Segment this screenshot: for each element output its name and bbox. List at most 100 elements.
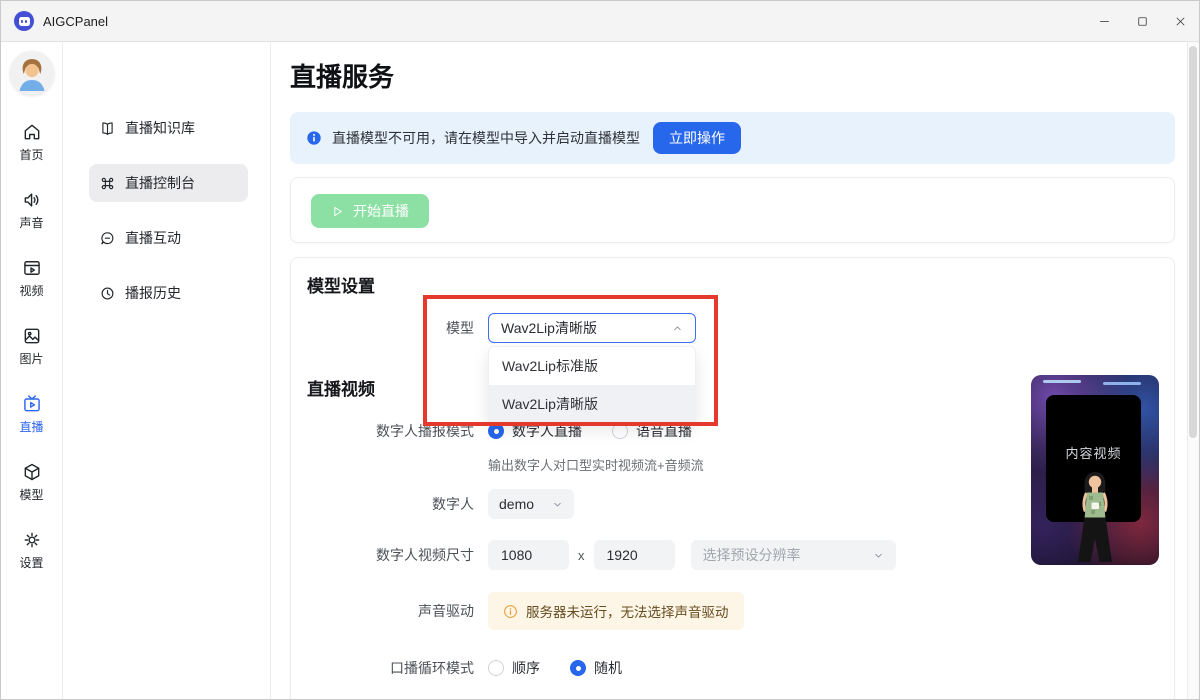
rail-label: 首页 [19,148,44,162]
model-icon [24,463,39,481]
video-icon [23,261,40,275]
nav-rail: 首页 声音 视频 图片 直播 模型 设置 [1,42,63,699]
preset-resolution-select[interactable]: 选择预设分辨率 [690,540,896,570]
app-window: AIGCPanel 首页 声音 视频 图片 直播 模型 设置 直播知识库 直播控… [0,0,1200,700]
model-select-value: Wav2Lip清晰版 [501,320,597,336]
dropdown-option-standard[interactable]: Wav2Lip标准版 [489,347,695,385]
rail-item-model[interactable]: 模型 [1,462,62,503]
alert-text: 直播模型不可用，请在模型中导入并启动直播模型 [332,130,640,146]
rail-item-sound[interactable]: 声音 [1,190,62,231]
radio-label: 顺序 [512,660,540,676]
start-live-label: 开始直播 [353,203,409,219]
book-icon [102,121,113,135]
model-settings-title: 模型设置 [307,277,375,296]
app-body: 首页 声音 视频 图片 直播 模型 设置 直播知识库 直播控制台 直播互动 播报… [1,42,1199,699]
size-separator: x [578,547,585,563]
content-video-preview[interactable]: 内容视频 [1031,375,1159,565]
model-select[interactable]: Wav2Lip清晰版 [488,313,696,343]
dropdown-option-clear[interactable]: Wav2Lip清晰版 [489,385,695,423]
rail-item-home[interactable]: 首页 [1,122,62,163]
rail-item-video[interactable]: 视频 [1,258,62,299]
digital-human-select[interactable]: demo [488,489,574,519]
history-icon [101,287,114,299]
scrollbar [1187,42,1199,699]
loop-mode-row: 口播循环模式 顺序 随机 [307,658,1158,678]
model-dropdown-menu: Wav2Lip标准版 Wav2Lip清晰版 [488,346,696,424]
info-icon [307,131,321,145]
maximize-button[interactable] [1123,1,1161,41]
sidebar-item-live-interaction[interactable]: 直播互动 [89,219,248,257]
video-width-input[interactable] [488,540,569,570]
model-label: 模型 [446,320,474,336]
avatar-person-icon [9,51,54,95]
video-size-label: 数字人视频尺寸 [376,547,474,563]
warning-text: 服务器未运行，无法选择声音驱动 [526,605,729,620]
rail-label: 模型 [19,488,44,502]
user-avatar[interactable] [9,51,54,95]
radio-unselected-icon [612,423,628,439]
rail-label: 设置 [19,556,44,570]
sidebar-item-label: 播报历史 [125,285,181,301]
chat-icon [101,231,114,244]
start-live-card: 开始直播 [290,177,1175,243]
window-controls [1085,1,1199,41]
sidebar-item-knowledge-base[interactable]: 直播知识库 [89,109,248,147]
minimize-button[interactable] [1085,1,1123,41]
digital-human-figure [1078,472,1112,562]
sidebar-item-live-console[interactable]: 直播控制台 [89,164,248,202]
settings-card: 模型设置 模型 Wav2Lip清晰版 Wav2Lip标准版 Wav2Lip清晰版 [290,257,1175,699]
model-row: 模型 Wav2Lip清晰版 Wav2Lip标准版 Wav2Lip清晰版 [307,295,1158,426]
app-logo-icon [14,11,34,31]
image-icon [24,328,39,344]
radio-random[interactable]: 随机 [570,658,622,678]
warning-info-icon [504,604,517,618]
page-title: 直播服务 [290,62,395,92]
radio-selected-icon [570,660,586,676]
rail-item-image[interactable]: 图片 [1,326,62,367]
preset-placeholder: 选择预设分辨率 [702,547,801,563]
radio-selected-icon [488,423,504,439]
broadcast-mode-label: 数字人播报模式 [376,423,474,439]
maximize-icon [1137,16,1147,26]
close-icon [1175,16,1185,26]
radio-label: 语音直播 [636,423,692,439]
scrollbar-thumb[interactable] [1189,46,1197,438]
loop-mode-label: 口播循环模式 [390,660,474,676]
content-video-label: 内容视频 [1065,446,1122,461]
rail-item-settings[interactable]: 设置 [1,530,62,571]
close-button[interactable] [1161,1,1199,41]
digital-human-label: 数字人 [432,496,474,512]
radio-sequential[interactable]: 顺序 [488,658,540,678]
chevron-down-icon [873,550,884,561]
radio-voice-live[interactable]: 语音直播 [612,421,692,441]
start-live-button[interactable]: 开始直播 [311,194,429,228]
settings-icon [24,532,39,548]
radio-label: 数字人直播 [512,423,582,439]
radio-label: 随机 [594,660,622,676]
live-icon [23,395,40,412]
video-height-input[interactable] [593,540,675,570]
titlebar: AIGCPanel [1,1,1199,42]
play-icon [334,206,342,216]
digital-human-value: demo [499,496,535,512]
alert-action-button[interactable]: 立即操作 [653,122,741,154]
sound-icon [24,193,38,207]
voice-driver-label: 声音驱动 [418,603,474,619]
rail-label: 视频 [19,284,44,298]
sidebar-item-label: 直播知识库 [125,120,195,136]
command-icon [101,177,114,189]
sidebar-item-label: 直播控制台 [125,175,195,191]
rail-label: 图片 [19,352,44,366]
radio-digital-human-live[interactable]: 数字人直播 [488,421,582,441]
rail-label: 声音 [19,216,44,230]
app-title: AIGCPanel [43,13,109,29]
home-icon [24,124,39,140]
sidebar-item-broadcast-history[interactable]: 播报历史 [89,274,248,312]
radio-unselected-icon [488,660,504,676]
minimize-icon [1099,20,1109,22]
voice-driver-warning: 服务器未运行，无法选择声音驱动 [488,592,744,630]
rail-item-live[interactable]: 直播 [1,394,62,435]
sidebar-item-label: 直播互动 [125,230,181,246]
alert-banner: 直播模型不可用，请在模型中导入并启动直播模型 立即操作 [290,112,1175,164]
rail-label: 直播 [19,420,44,434]
